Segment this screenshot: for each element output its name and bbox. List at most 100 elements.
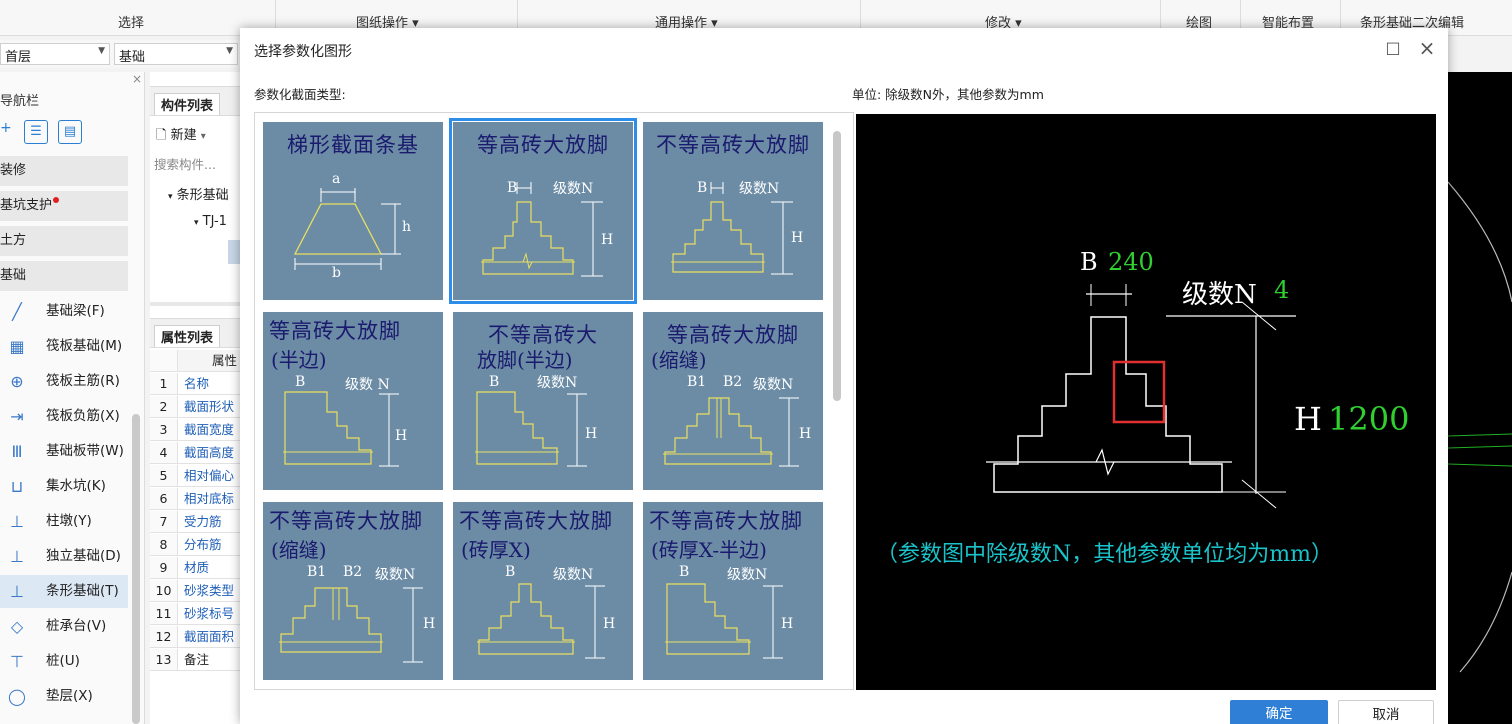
chevron-down-icon: ▾ xyxy=(194,218,199,228)
stepped-footing-shape xyxy=(477,583,605,659)
shape-preview: B 240 级数N 4 H 1200 （参数图中除级数N，其他参数单位均为mm） xyxy=(856,114,1436,690)
param-label: a xyxy=(332,171,341,187)
property-row[interactable]: 12 截面面积 xyxy=(150,626,242,648)
row-number: 3 xyxy=(150,419,178,440)
param-label: H xyxy=(601,232,614,248)
nav-category-foundation[interactable]: 基础 xyxy=(0,261,128,291)
property-row[interactable]: 7 受力筋 xyxy=(150,511,242,533)
nav-item-label: 筏板负筋(X) xyxy=(46,408,120,424)
ribbon-group-select[interactable]: 选择 xyxy=(118,12,144,31)
strip-icon: Ⅲ xyxy=(11,442,23,461)
nav-item-foundation-strip[interactable]: Ⅲ 基础板带(W) xyxy=(0,435,128,468)
section-type-label: 参数化截面类型: xyxy=(254,87,346,102)
cancel-button[interactable]: 取消 xyxy=(1338,700,1434,724)
notification-dot xyxy=(53,197,60,203)
nav-item-pile-cap[interactable]: ◇ 桩承台(V) xyxy=(0,610,128,643)
property-header-label: 属性 xyxy=(212,353,238,368)
maximize-icon[interactable]: □ xyxy=(1383,38,1403,57)
component-search-input[interactable]: 搜索构件... xyxy=(154,154,216,173)
nav-item-raft-main-rebar[interactable]: ⊕ 筏板主筋(R) xyxy=(0,365,128,398)
preview-n-value[interactable]: 4 xyxy=(1274,276,1289,304)
new-button[interactable]: 🗋 新建 ▾ xyxy=(156,124,206,148)
nav-item-isolated-foundation[interactable]: ⊥ 独立基础(D) xyxy=(0,540,128,573)
property-row[interactable]: 4 截面高度 xyxy=(150,442,242,464)
property-row[interactable]: 9 材质 xyxy=(150,557,242,579)
expand-icon[interactable]: + xyxy=(0,120,12,136)
rebar-icon: ⊕ xyxy=(10,372,24,391)
tile-unequal-height-half[interactable]: 不等高砖大 放脚(半边) B 级数N H xyxy=(453,312,633,490)
property-name: 材质 xyxy=(184,560,210,575)
property-row[interactable]: 1 名称 xyxy=(150,373,242,395)
detail-view-icon[interactable]: ▤ xyxy=(58,120,82,144)
close-icon[interactable]: × xyxy=(1416,36,1438,60)
param-label: B2 xyxy=(343,564,363,580)
nav-item-raft-negative-rebar[interactable]: ⇥ 筏板负筋(X) xyxy=(0,400,128,433)
preview-h-value[interactable]: 1200 xyxy=(1328,400,1409,438)
nav-category-pit-support[interactable]: 基坑支护 xyxy=(0,191,128,221)
panel-splitter[interactable] xyxy=(150,302,242,306)
tile-unequal-height-joint[interactable]: 不等高砖大放脚 (缩缝) B1 B2 级数N H xyxy=(263,502,443,680)
param-label: 级数N xyxy=(727,567,768,583)
nav-scrollbar[interactable] xyxy=(132,414,140,724)
floor-select[interactable]: 首层 ▼ xyxy=(0,43,110,65)
list-view-icon[interactable]: ☰ xyxy=(24,120,48,144)
close-icon[interactable]: × xyxy=(132,72,142,86)
section-type-grid: 梯形截面条基 a h b 等高砖大放脚 B 级数N H 不等高砖大放脚 B 级数… xyxy=(254,112,854,690)
nav-item-label: 基础板带(W) xyxy=(46,443,124,459)
floor-select-value: 首层 xyxy=(5,50,32,65)
floor-bar: 首层 ▼ 基础 ▼ xyxy=(0,40,240,68)
param-label: H xyxy=(781,616,794,632)
property-list-tab[interactable]: 属性列表 xyxy=(150,318,242,348)
parametric-shape-dialog: 选择参数化图形 □ × 参数化截面类型: 单位: 除级数N外，其他参数为mm 梯… xyxy=(240,28,1448,724)
tile-equal-height-footing[interactable]: 等高砖大放脚 B 级数N H xyxy=(449,118,637,304)
property-row[interactable]: 10 砂浆类型 xyxy=(150,580,242,602)
nav-item-foundation-beam[interactable]: ╱ 基础梁(F) xyxy=(0,295,128,328)
drawing-canvas[interactable] xyxy=(1440,72,1512,724)
row-number: 8 xyxy=(150,534,178,555)
nav-category-earthwork[interactable]: 土方 xyxy=(0,226,128,256)
canvas-drawing xyxy=(1447,181,1512,673)
param-label: B xyxy=(295,374,306,390)
tree-node-label: TJ-1 xyxy=(202,214,227,229)
component-list-tab[interactable]: 构件列表 xyxy=(150,86,242,116)
row-number: 12 xyxy=(150,626,178,647)
beam-icon: ╱ xyxy=(12,302,22,321)
tile-equal-height-half[interactable]: 等高砖大放脚 (半边) B 级数 N H xyxy=(263,312,443,490)
property-row[interactable]: 11 砂浆标号 xyxy=(150,603,242,625)
tile-brick-thickness-half[interactable]: 不等高砖大放脚 (砖厚X-半边) B 级数N H xyxy=(643,502,823,680)
nav-item-label: 柱墩(Y) xyxy=(46,513,92,529)
tile-brick-thickness[interactable]: 不等高砖大放脚 (砖厚X) B 级数N H xyxy=(453,502,633,680)
nav-item-column-pier[interactable]: ⊥ 柱墩(Y) xyxy=(0,505,128,538)
tile-equal-height-joint[interactable]: 等高砖大放脚 (缩缝) B1 B2 级数N H xyxy=(643,312,823,490)
tree-node-tj1[interactable]: ▾ TJ-1 xyxy=(194,214,227,229)
param-label: 级数N xyxy=(753,377,794,393)
nav-category-decoration[interactable]: 装修 xyxy=(0,156,128,186)
preview-b-value[interactable]: 240 xyxy=(1108,248,1154,276)
nav-item-pile[interactable]: ⊤ 桩(U) xyxy=(0,645,128,678)
tile-trapezoid-strip[interactable]: 梯形截面条基 a h b xyxy=(263,122,443,300)
param-label: B xyxy=(679,564,690,580)
property-row[interactable]: 6 相对底标 xyxy=(150,488,242,510)
tile-unequal-height-footing[interactable]: 不等高砖大放脚 B 级数N H xyxy=(643,122,823,300)
param-label: B xyxy=(505,564,516,580)
category-select[interactable]: 基础 ▼ xyxy=(114,43,238,65)
joint-footing-shape xyxy=(279,587,423,663)
row-number: 1 xyxy=(150,373,178,394)
property-row[interactable]: 13 备注 xyxy=(150,649,242,671)
property-row[interactable]: 2 截面形状 xyxy=(150,396,242,418)
tree-node-strip-foundation[interactable]: ▾ 条形基础 xyxy=(168,184,229,203)
row-number: 6 xyxy=(150,488,178,509)
property-row[interactable]: 8 分布筋 xyxy=(150,534,242,556)
preview-b-label: B xyxy=(1080,248,1098,276)
nav-item-cushion[interactable]: ◯ 垫层(X) xyxy=(0,680,128,713)
category-select-value: 基础 xyxy=(119,50,146,65)
nav-item-sump-pit[interactable]: ⊔ 集水坑(K) xyxy=(0,470,128,503)
property-row[interactable]: 3 截面宽度 xyxy=(150,419,242,441)
grid-scrollbar[interactable] xyxy=(833,131,841,401)
nav-item-raft-foundation[interactable]: ▦ 筏板基础(M) xyxy=(0,330,128,363)
stepped-footing-shape xyxy=(671,182,793,275)
ok-button[interactable]: 确定 xyxy=(1230,700,1328,724)
property-row[interactable]: 5 相对偏心 xyxy=(150,465,242,487)
tab-label: 构件列表 xyxy=(154,93,221,115)
nav-item-strip-foundation[interactable]: ⊥ 条形基础(T) xyxy=(0,575,128,608)
